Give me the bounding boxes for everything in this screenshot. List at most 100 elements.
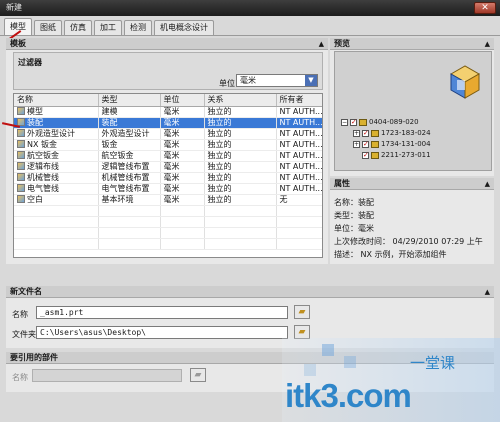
unit-select[interactable]: 毫米 ▼ xyxy=(236,74,318,87)
table-row[interactable]: 模型 建模 毫米 独立的 NT AUTH... xyxy=(14,106,323,118)
cell-text: 毫米 xyxy=(163,183,180,193)
tab-mechatronics[interactable]: 机电概念设计 xyxy=(154,20,214,35)
table-row[interactable]: 逻辑布线 逻辑管线布置 毫米 独立的 NT AUTH... xyxy=(14,161,323,173)
window-titlebar: 新建 ✕ xyxy=(0,0,500,16)
cell-name: 模型 xyxy=(14,106,99,118)
watermark-subtitle: 一堂课 xyxy=(410,354,456,372)
watermark-dot xyxy=(322,344,334,356)
folder-icon[interactable]: ▰ xyxy=(294,305,310,319)
column-header-name[interactable]: 名称 xyxy=(14,94,99,107)
cell-relation: 独立的 xyxy=(204,128,277,140)
cell-text: 模型 xyxy=(27,106,43,116)
folder-label: 文件夹 xyxy=(12,330,36,339)
cell-text: 毫米 xyxy=(163,139,180,149)
window-title: 新建 xyxy=(6,3,22,12)
column-header-relation[interactable]: 关系 xyxy=(204,94,277,107)
table-row[interactable]: 空白 基本环境 毫米 独立的 无 xyxy=(14,194,322,206)
tree-item-label: 0404-089-020 xyxy=(369,118,419,126)
checkbox[interactable]: ✓ xyxy=(350,118,357,126)
name-label: 名称 xyxy=(12,310,28,319)
assembly-icon xyxy=(359,118,367,126)
cell-owner: NT AUTH... xyxy=(276,106,323,118)
table-row[interactable]: 航空钣金 航空钣金 毫米 独立的 NT AUTH... xyxy=(14,150,322,162)
tab-inspection[interactable]: 检测 xyxy=(124,20,152,35)
tree-item-label: 1723-183-024 xyxy=(381,129,431,137)
properties-header[interactable]: 属性 ▲ xyxy=(330,178,494,190)
cell-text: 独立的 xyxy=(207,183,232,193)
templates-header[interactable]: 模板 ▲ xyxy=(6,38,328,50)
tab-simulation[interactable]: 仿真 xyxy=(64,20,92,35)
cell-unit: 毫米 xyxy=(160,106,205,118)
template-icon xyxy=(17,172,25,181)
tab-drawing[interactable]: 图纸 xyxy=(34,20,62,35)
new-file-header[interactable]: 新文件名 ▲ xyxy=(6,286,494,298)
checkbox[interactable]: ✓ xyxy=(362,151,369,159)
cell-text: 毫米 xyxy=(163,117,180,127)
template-icon xyxy=(17,117,25,126)
cell-text: 独立的 xyxy=(207,139,232,149)
folder-path-input[interactable]: C:\Users\asus\Desktop\ xyxy=(36,326,288,339)
tree-expander[interactable]: − xyxy=(341,118,348,126)
empty-cell xyxy=(160,227,205,239)
table-row[interactable]: 电气管线 电气管线布置 毫米 独立的 NT AUTH... xyxy=(14,183,323,195)
tab-manufacturing[interactable]: 加工 xyxy=(94,20,122,35)
collapse-icon[interactable]: ▲ xyxy=(319,38,324,50)
empty-cell xyxy=(14,238,99,250)
cell-text: 建模 xyxy=(101,106,118,116)
table-row[interactable]: 装配 装配 毫米 独立的 NT AUTH... xyxy=(14,117,322,129)
template-icon xyxy=(17,150,25,159)
tree-expander[interactable]: + xyxy=(353,129,360,137)
tree-item[interactable]: + ✓ 1723-183-024 xyxy=(353,129,431,137)
watermark-dot xyxy=(344,356,356,368)
cell-text: 毫米 xyxy=(163,194,180,204)
cell-relation: 独立的 xyxy=(204,183,277,195)
templates-title: 模板 xyxy=(10,39,26,48)
cell-unit: 毫米 xyxy=(160,150,205,162)
column-header-owner[interactable]: 所有者 xyxy=(276,94,322,107)
cell-unit: 毫米 xyxy=(160,117,205,129)
folder-icon[interactable]: ▰ xyxy=(294,325,310,339)
watermark-dot xyxy=(304,364,316,376)
checkbox[interactable]: ✓ xyxy=(362,140,369,148)
cell-text: 航空钣金 xyxy=(27,150,59,160)
cell-owner: NT AUTH... xyxy=(276,117,322,129)
checkbox[interactable]: ✓ xyxy=(362,129,369,137)
file-name-input[interactable]: _asm1.prt xyxy=(36,306,288,319)
empty-cell xyxy=(98,216,161,228)
tree-item[interactable]: ✓ 2211-273-011 xyxy=(362,151,431,159)
cell-text: NX 钣金 xyxy=(27,139,58,149)
tree-item-label: 2211-273-011 xyxy=(381,151,431,159)
template-icon xyxy=(17,183,25,192)
properties-title: 属性 xyxy=(334,179,350,188)
cell-text: NT AUTH... xyxy=(279,161,323,171)
tree-expander[interactable]: + xyxy=(353,140,360,148)
cell-owner: NT AUTH... xyxy=(276,128,322,140)
reference-name-input[interactable] xyxy=(32,369,182,382)
collapse-icon[interactable]: ▲ xyxy=(485,38,490,50)
cell-text: 机械管线 xyxy=(27,172,59,182)
column-header-type[interactable]: 类型 xyxy=(98,94,161,107)
cell-name: 外观造型设计 xyxy=(14,128,99,140)
collapse-icon[interactable]: ▲ xyxy=(485,178,490,190)
cell-text: 毫米 xyxy=(163,150,180,160)
close-button[interactable]: ✕ xyxy=(474,2,496,14)
empty-cell xyxy=(160,216,205,228)
empty-cell xyxy=(98,227,161,239)
cell-type: 航空钣金 xyxy=(98,150,161,162)
table-row[interactable]: 机械管线 机械管线布置 毫米 独立的 NT AUTH... xyxy=(14,172,323,184)
cell-text: NT AUTH... xyxy=(279,183,323,193)
tree-item[interactable]: + ✓ 1734-131-004 xyxy=(353,140,431,148)
cell-text: 毫米 xyxy=(163,106,180,116)
preview-header[interactable]: 预览 ▲ xyxy=(330,38,494,50)
table-row[interactable]: NX 钣金 钣金 毫米 独立的 NT AUTH... xyxy=(14,139,322,151)
chevron-down-icon[interactable]: ▼ xyxy=(305,75,317,86)
collapse-icon[interactable]: ▲ xyxy=(485,286,490,298)
table-row[interactable]: 外观造型设计 外观造型设计 毫米 独立的 NT AUTH... xyxy=(14,128,322,140)
tree-item[interactable]: − ✓ 0404-089-020 xyxy=(341,118,419,126)
folder-icon[interactable]: ▰ xyxy=(190,368,206,382)
cell-text: NT AUTH... xyxy=(279,106,323,116)
column-header-unit[interactable]: 单位 xyxy=(160,94,205,107)
property-modified: 上次修改时间： 04/29/2010 07:29 上午 xyxy=(334,237,483,246)
cell-text: NT AUTH... xyxy=(279,172,323,182)
cell-type: 电气管线布置 xyxy=(98,183,161,195)
